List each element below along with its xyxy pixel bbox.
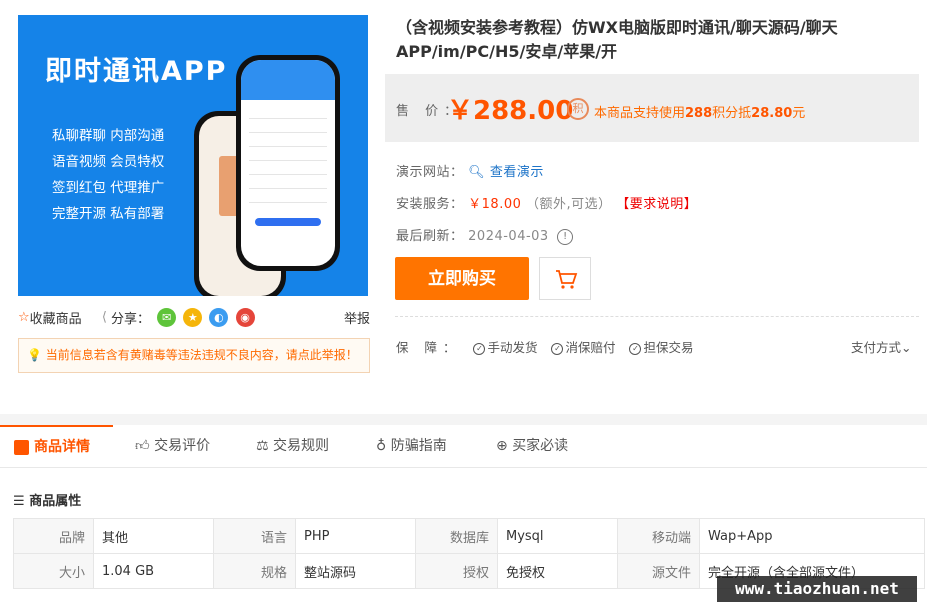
image-feature: 完整开源 私有部署 bbox=[52, 206, 165, 222]
guarantee-item: ✓ 担保交易 bbox=[629, 340, 693, 355]
payment-method-dropdown[interactable]: 支付方式⌄ bbox=[851, 337, 912, 356]
plus-circle-icon: ⊕ bbox=[496, 438, 508, 454]
attr-key: 品牌 bbox=[13, 518, 94, 554]
qzone-icon[interactable]: ★ bbox=[183, 308, 203, 327]
attr-key: 规格 bbox=[213, 553, 296, 589]
document-icon bbox=[14, 439, 29, 455]
demo-label: 演示网站： bbox=[396, 165, 464, 180]
price-value: ￥288.00 bbox=[447, 96, 574, 126]
attr-key: 数据库 bbox=[415, 518, 498, 554]
tab-rules[interactable]: ⚖ 交易规则 bbox=[256, 425, 329, 468]
chevron-down-icon: ⌄ bbox=[901, 340, 912, 355]
points-icon: 积 bbox=[567, 98, 589, 120]
search-list-icon: ☰ bbox=[13, 494, 25, 509]
weibo-icon[interactable]: ◉ bbox=[235, 308, 255, 327]
refresh-row: 最后刷新： 2024-04-03 ! bbox=[396, 225, 574, 245]
attr-value: 整站源码 bbox=[295, 553, 416, 589]
favorite-link[interactable]: 收藏商品 bbox=[30, 312, 82, 327]
info-icon[interactable]: ! bbox=[557, 228, 574, 245]
share-label: 分享： bbox=[111, 312, 151, 327]
qq-icon[interactable]: ◐ bbox=[209, 308, 229, 327]
divider bbox=[395, 316, 919, 317]
points-info: 本商品支持使用288积分抵28.80元 bbox=[594, 106, 806, 121]
attr-value: 1.04 GB bbox=[93, 553, 214, 589]
scale-icon: ⚖ bbox=[256, 438, 269, 454]
image-feature: 私聊群聊 内部沟通 bbox=[52, 128, 165, 144]
guarantee-item: ✓ 消保赔付 bbox=[551, 340, 615, 355]
lightbulb-icon: 💡 bbox=[27, 348, 42, 362]
image-feature: 语音视频 会员特权 bbox=[52, 154, 165, 170]
attr-value: 其他 bbox=[93, 518, 214, 554]
payment-method-label: 支付方式 bbox=[851, 340, 902, 355]
image-action-row: ☆收藏商品 ⟨ 分享： ✉ ★ ◐ ◉ 举报 bbox=[18, 308, 370, 328]
attr-key: 移动端 bbox=[617, 518, 700, 554]
check-icon: ✓ bbox=[629, 342, 642, 355]
points-amount: 28.80 bbox=[751, 106, 793, 121]
guarantee-label: 保 障： bbox=[396, 340, 462, 355]
demo-link[interactable]: 查看演示 bbox=[490, 165, 544, 180]
buy-now-button[interactable]: 立即购买 bbox=[395, 257, 529, 300]
tab-buyer-notice[interactable]: ⊕ 买家必读 bbox=[496, 425, 568, 468]
install-row: 安装服务： ￥18.00 （额外,可选） 【要求说明】 bbox=[396, 193, 697, 212]
site-watermark: www.tiaozhuan.net bbox=[717, 576, 917, 602]
add-to-cart-button[interactable] bbox=[539, 257, 591, 300]
report-link[interactable]: 举报 bbox=[344, 308, 370, 327]
thumbs-up-icon: 👍︎ bbox=[135, 438, 150, 454]
check-icon: ✓ bbox=[473, 342, 486, 355]
attr-key: 大小 bbox=[13, 553, 94, 589]
attributes-title: ☰ 商品属性 bbox=[13, 494, 82, 509]
check-icon: ✓ bbox=[551, 342, 564, 355]
product-image[interactable]: 即时通讯APP 私聊群聊 内部沟通 语音视频 会员特权 签到红包 代理推广 完整… bbox=[18, 15, 368, 296]
section-separator bbox=[0, 414, 927, 425]
warning-text: 当前信息若含有黄赌毒等违法违规不良内容，请点此举报！ bbox=[45, 348, 358, 362]
share-icon: ⟨ bbox=[101, 310, 107, 325]
install-price: ￥18.00 bbox=[468, 197, 522, 212]
image-headline: 即时通讯APP bbox=[45, 56, 228, 87]
attr-value: PHP bbox=[295, 518, 416, 554]
install-note: （额外,可选） bbox=[526, 197, 612, 212]
price-panel: 售 价： ￥288.00 积 本商品支持使用288积分抵28.80元 bbox=[385, 74, 919, 142]
search-icon: 🔍︎ bbox=[468, 165, 486, 180]
wechat-icon[interactable]: ✉ bbox=[157, 308, 177, 327]
attr-key: 语言 bbox=[213, 518, 296, 554]
star-icon[interactable]: ☆ bbox=[18, 310, 30, 325]
tab-reviews[interactable]: 👍︎ 交易评价 bbox=[135, 425, 210, 468]
detail-tabs: 商品详情 👍︎ 交易评价 ⚖ 交易规则 ♁ 防骗指南 ⊕ 买家必读 bbox=[0, 425, 927, 468]
product-title: （含视频安装参考教程）仿WX电脑版即时通讯/聊天源码/聊天APP/im/PC/H… bbox=[396, 18, 838, 61]
demo-row: 演示网站： 🔍︎ 查看演示 bbox=[396, 161, 544, 180]
tab-anti-fraud[interactable]: ♁ 防骗指南 bbox=[376, 425, 447, 468]
attr-key: 源文件 bbox=[617, 553, 700, 589]
tab-details[interactable]: 商品详情 bbox=[0, 425, 113, 468]
guarantee-item: ✓ 手动发货 bbox=[473, 340, 537, 355]
refresh-date: 2024-04-03 bbox=[468, 229, 549, 244]
image-feature: 签到红包 代理推广 bbox=[52, 180, 165, 196]
lightbulb-icon: ♁ bbox=[376, 438, 387, 454]
report-warning[interactable]: 💡 当前信息若含有黄赌毒等违法违规不良内容，请点此举报！ bbox=[18, 338, 370, 373]
attr-key: 授权 bbox=[415, 553, 498, 589]
install-requirement-link[interactable]: 【要求说明】 bbox=[616, 197, 697, 212]
attr-value: 免授权 bbox=[497, 553, 618, 589]
refresh-label: 最后刷新： bbox=[396, 229, 464, 244]
table-row: 品牌 其他 语言 PHP 数据库 Mysql 移动端 Wap+App bbox=[13, 518, 925, 554]
phone-mockup bbox=[236, 55, 340, 271]
attr-value: Wap+App bbox=[699, 518, 925, 554]
install-label: 安装服务： bbox=[396, 197, 464, 212]
guarantee-row: 保 障： ✓ 手动发货 ✓ 消保赔付 ✓ 担保交易 bbox=[396, 337, 703, 356]
cart-icon bbox=[556, 270, 578, 289]
attr-value: Mysql bbox=[497, 518, 618, 554]
points-value: 288 bbox=[685, 106, 713, 121]
